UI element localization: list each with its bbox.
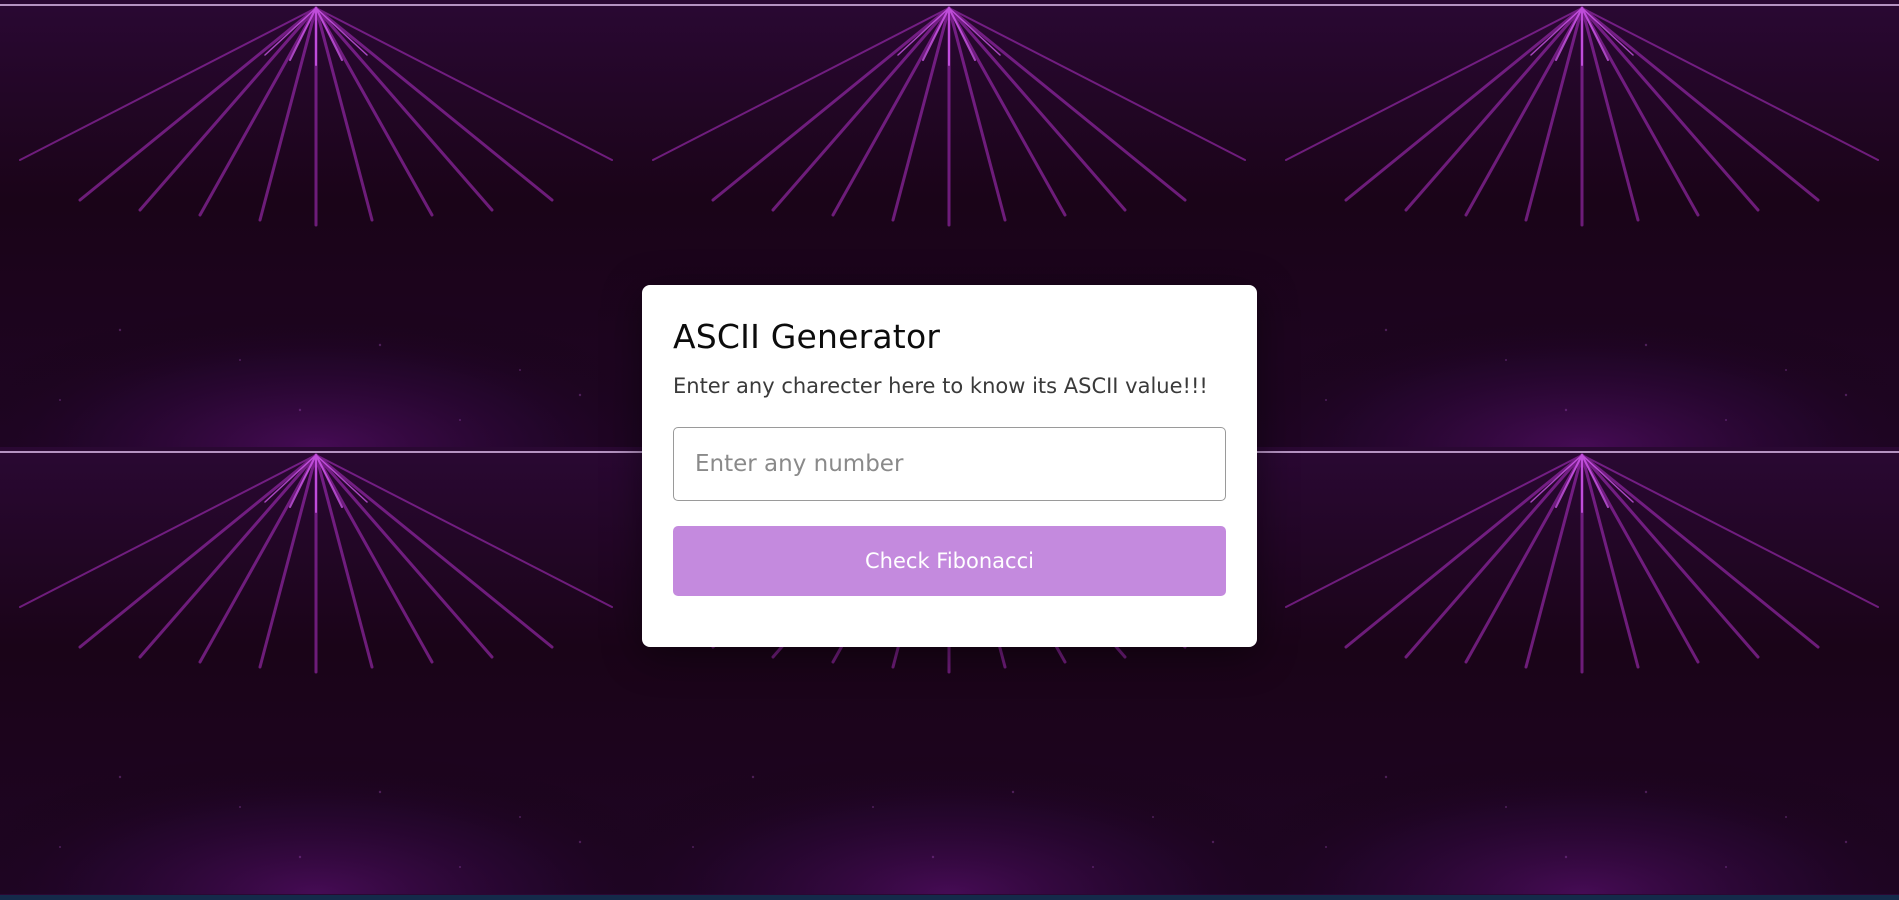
card-subtitle: Enter any charecter here to know its ASC… — [673, 374, 1208, 398]
card-title: ASCII Generator — [673, 317, 941, 356]
check-fibonacci-button[interactable]: Check Fibonacci — [673, 526, 1226, 596]
number-input[interactable] — [673, 427, 1226, 501]
bottom-strip — [0, 895, 1899, 900]
ascii-generator-card: ASCII Generator Enter any charecter here… — [642, 285, 1257, 647]
